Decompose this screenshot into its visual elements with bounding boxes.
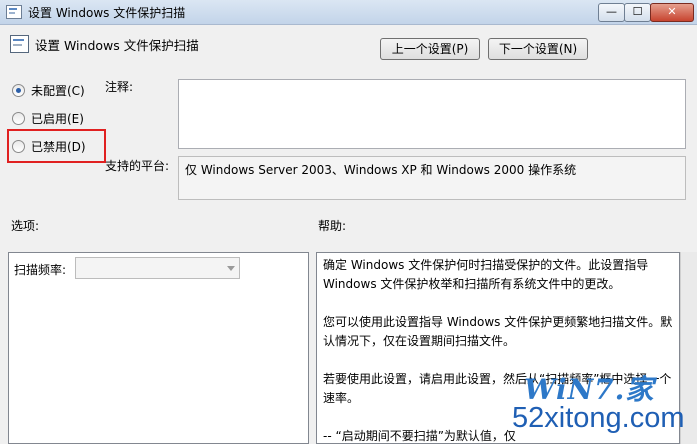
radio-not-configured[interactable]: 未配置(C)	[12, 82, 85, 99]
options-label: 选项:	[11, 219, 40, 233]
minimize-button[interactable]: —	[598, 3, 625, 22]
window-title: 设置 Windows 文件保护扫描	[28, 6, 186, 20]
scan-frequency-label: 扫描频率:	[14, 263, 67, 277]
options-panel: 扫描频率:	[8, 252, 309, 444]
help-paragraph: 确定 Windows 文件保护何时扫描受保护的文件。此设置指导 Windows …	[323, 258, 649, 291]
radio-unselected-icon	[12, 112, 25, 125]
help-label: 帮助:	[318, 219, 347, 233]
policy-icon	[6, 5, 22, 19]
watermark-site-text: 52xitong.com	[512, 402, 685, 434]
red-highlight-box	[7, 129, 106, 163]
next-setting-button[interactable]: 下一个设置(N)	[488, 38, 588, 60]
radio-label: 已启用(E)	[31, 112, 84, 126]
previous-setting-button[interactable]: 上一个设置(P)	[380, 38, 480, 60]
dropdown-arrow-icon	[227, 266, 235, 271]
policy-setting-icon	[10, 35, 29, 53]
scan-frequency-select[interactable]	[75, 257, 240, 279]
comment-label: 注释:	[105, 80, 134, 94]
radio-label: 未配置(C)	[31, 84, 85, 98]
help-paragraph: 您可以使用此设置指导 Windows 文件保护更频繁地扫描文件。默认情况下，仅在…	[323, 315, 673, 348]
radio-selected-icon	[12, 84, 25, 97]
setting-title: 设置 Windows 文件保护扫描	[35, 38, 199, 53]
platform-value: 仅 Windows Server 2003、Windows XP 和 Windo…	[185, 163, 577, 177]
platform-value-box: 仅 Windows Server 2003、Windows XP 和 Windo…	[178, 156, 686, 200]
close-button[interactable]: ✕	[650, 3, 694, 22]
site-watermark: WiN7.家 52xitong.com	[512, 366, 692, 440]
title-bar: 设置 Windows 文件保护扫描 — ☐ ✕	[0, 0, 697, 25]
comment-textarea[interactable]	[178, 79, 686, 149]
platform-label: 支持的平台:	[105, 159, 170, 173]
radio-enabled[interactable]: 已启用(E)	[12, 110, 84, 127]
maximize-button[interactable]: ☐	[624, 3, 651, 22]
